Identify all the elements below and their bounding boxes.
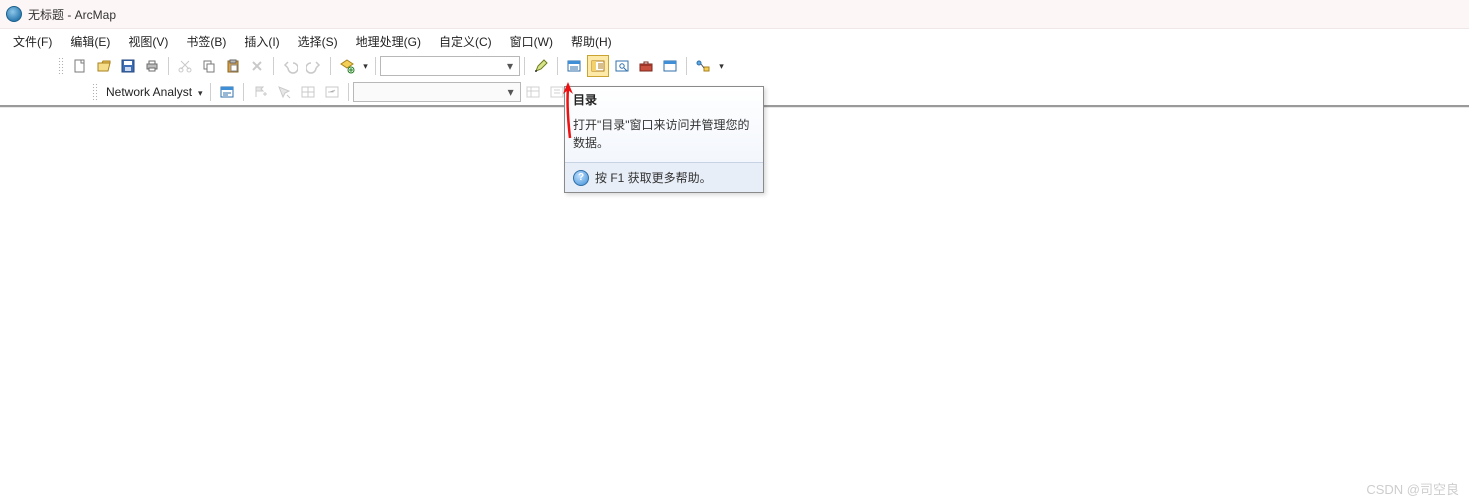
catalog-button[interactable] <box>587 55 609 77</box>
menu-insert[interactable]: 插入(I) <box>235 30 288 53</box>
menu-view[interactable]: 视图(V) <box>119 30 177 53</box>
tooltip-footer-text: 按 F1 获取更多帮助。 <box>595 169 712 186</box>
cut-button[interactable] <box>174 55 196 77</box>
python-window-button[interactable] <box>659 55 681 77</box>
paste-button[interactable] <box>222 55 244 77</box>
add-data-icon <box>339 58 355 74</box>
cut-icon <box>177 58 193 74</box>
menu-window[interactable]: 窗口(W) <box>501 30 562 53</box>
directions-icon <box>324 84 340 100</box>
redo-button[interactable] <box>303 55 325 77</box>
na-window-button[interactable] <box>216 81 238 103</box>
separator <box>686 57 687 75</box>
save-icon <box>120 58 136 74</box>
open-folder-icon <box>96 58 112 74</box>
menu-selection[interactable]: 选择(S) <box>289 30 347 53</box>
catalog-icon <box>590 58 606 74</box>
new-button[interactable] <box>69 55 91 77</box>
separator <box>524 57 525 75</box>
network-build-icon <box>525 84 541 100</box>
catalog-tooltip: 目录 打开"目录"窗口来访问并管理您的数据。 按 F1 获取更多帮助。 <box>564 86 764 193</box>
menu-edit[interactable]: 编辑(E) <box>61 30 119 53</box>
map-scale-combo[interactable]: ▾ <box>380 56 520 76</box>
menu-geoprocess[interactable]: 地理处理(G) <box>347 30 430 53</box>
title-bar: 无标题 - ArcMap <box>0 0 1469 29</box>
network-analyst-label[interactable]: Network Analyst <box>102 85 194 99</box>
help-icon <box>573 170 589 186</box>
arctoolbox-button[interactable] <box>635 55 657 77</box>
tooltip-title: 目录 <box>565 87 763 110</box>
chevron-down-icon: ▾ <box>504 85 518 99</box>
undo-icon <box>282 58 298 74</box>
copy-button[interactable] <box>198 55 220 77</box>
separator <box>243 83 244 101</box>
paste-icon <box>225 58 241 74</box>
toolbar-overflow[interactable] <box>716 55 726 77</box>
editor-toolbar-button[interactable] <box>530 55 552 77</box>
menu-bookmarks[interactable]: 书签(B) <box>177 30 235 53</box>
copy-icon <box>201 58 217 74</box>
tooltip-body: 打开"目录"窗口来访问并管理您的数据。 <box>565 110 763 162</box>
na-layer-combo[interactable]: ▾ <box>353 82 521 102</box>
na-directions-button[interactable] <box>321 81 343 103</box>
separator <box>348 83 349 101</box>
separator <box>330 57 331 75</box>
save-button[interactable] <box>117 55 139 77</box>
solve-grid-icon <box>300 84 316 100</box>
na-build-button[interactable] <box>522 81 544 103</box>
menu-customize[interactable]: 自定义(C) <box>430 30 501 53</box>
watermark: CSDN @司空良 <box>1366 479 1459 498</box>
toolbox-icon <box>638 58 654 74</box>
delete-icon <box>249 58 265 74</box>
separator <box>210 83 211 101</box>
add-data-dropdown[interactable] <box>360 55 370 77</box>
toolbar-grip[interactable] <box>92 83 98 101</box>
separator <box>557 57 558 75</box>
print-icon <box>144 58 160 74</box>
search-window-icon <box>614 58 630 74</box>
separator <box>168 57 169 75</box>
na-window-icon <box>219 84 235 100</box>
toolbar-grip[interactable] <box>58 57 64 75</box>
network-analyst-dropdown[interactable] <box>194 85 206 99</box>
network-identify-icon <box>549 84 565 100</box>
window-title: 无标题 - ArcMap <box>28 6 116 23</box>
toc-button[interactable] <box>563 55 585 77</box>
flag-plus-icon <box>252 84 268 100</box>
arrow-cross-icon <box>276 84 292 100</box>
app-icon <box>6 6 22 22</box>
separator <box>375 57 376 75</box>
add-data-button[interactable] <box>336 55 358 77</box>
search-window-button[interactable] <box>611 55 633 77</box>
python-window-icon <box>662 58 678 74</box>
tooltip-footer: 按 F1 获取更多帮助。 <box>565 162 763 192</box>
toc-icon <box>566 58 582 74</box>
na-select-move-button[interactable] <box>273 81 295 103</box>
menu-bar: 文件(F) 编辑(E) 视图(V) 书签(B) 插入(I) 选择(S) 地理处理… <box>0 29 1469 53</box>
new-file-icon <box>72 58 88 74</box>
redo-icon <box>306 58 322 74</box>
modelbuilder-icon <box>695 58 711 74</box>
undo-button[interactable] <box>279 55 301 77</box>
chevron-down-icon: ▾ <box>503 59 517 73</box>
delete-button[interactable] <box>246 55 268 77</box>
standard-toolbar: ▾ <box>0 53 1469 79</box>
menu-file[interactable]: 文件(F) <box>4 30 61 53</box>
separator <box>273 57 274 75</box>
editor-pencil-icon <box>533 58 549 74</box>
menu-help[interactable]: 帮助(H) <box>562 30 621 53</box>
print-button[interactable] <box>141 55 163 77</box>
na-create-location-button[interactable] <box>249 81 271 103</box>
open-button[interactable] <box>93 55 115 77</box>
modelbuilder-button[interactable] <box>692 55 714 77</box>
na-solve-button[interactable] <box>297 81 319 103</box>
